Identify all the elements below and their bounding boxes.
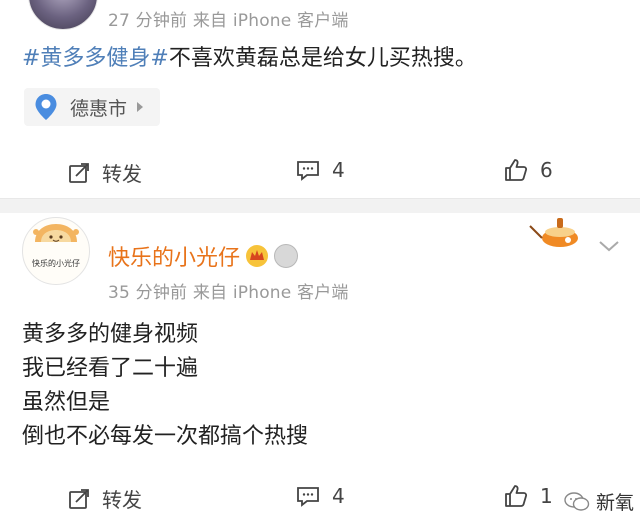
post-line: 虽然但是 — [22, 390, 111, 415]
section-divider — [0, 199, 640, 213]
post-line: 我已经看了二十遍 — [22, 356, 199, 381]
username-row: 快乐的小光仔 — [108, 240, 299, 272]
thumbs-up-icon — [505, 485, 528, 507]
username-link[interactable]: 快乐的小光仔 — [108, 240, 240, 272]
avatar[interactable] — [28, 0, 98, 30]
post-meta: 35 分钟前 来自 iPhone 客户端 — [108, 283, 349, 303]
avatar[interactable]: 快乐的小光仔 — [22, 217, 90, 285]
hotpot-icon — [529, 218, 578, 247]
post-line: 黄多多的健身视频 — [22, 322, 199, 347]
chevron-down-icon — [599, 241, 619, 252]
expand-menu[interactable] — [598, 238, 620, 257]
chevron-right-icon — [137, 102, 144, 112]
hashtag-link[interactable]: #黄多多健身# — [22, 46, 169, 71]
like-count: 1 — [540, 484, 553, 508]
wechat-icon — [564, 491, 590, 511]
location-chip[interactable]: 德惠市 — [24, 88, 160, 126]
comment-button[interactable]: 4 — [296, 484, 345, 508]
repost-label: 转发 — [102, 488, 142, 512]
like-button[interactable]: 1 — [504, 484, 553, 508]
avatar-image — [33, 224, 79, 242]
repost-label: 转发 — [102, 162, 142, 186]
location-pin-icon — [35, 94, 57, 120]
comment-count: 4 — [332, 158, 345, 182]
post-meta: 27 分钟前 来自 iPhone 客户端 — [108, 11, 349, 31]
share-icon — [69, 162, 89, 183]
watermark-label: 新氧 — [595, 492, 634, 514]
comment-icon — [297, 161, 319, 181]
repost-button[interactable]: 转发 — [68, 484, 142, 513]
comment-count: 4 — [332, 484, 345, 508]
thumbs-up-icon — [505, 159, 528, 181]
post-body: 不喜欢黄磊总是给女儿买热搜。 — [168, 46, 477, 71]
avatar-caption: 快乐的小光仔 — [32, 259, 80, 268]
medal-icon — [274, 244, 299, 268]
comment-button[interactable]: 4 — [296, 158, 345, 182]
like-count: 6 — [540, 158, 553, 182]
comment-icon — [297, 487, 319, 507]
share-icon — [69, 488, 89, 509]
repost-button[interactable]: 转发 — [68, 158, 142, 187]
watermark: 新氧 — [564, 488, 634, 515]
post-text: #黄多多健身#不喜欢黄磊总是给女儿买热搜。 — [22, 44, 477, 74]
location-label: 德惠市 — [70, 97, 128, 120]
like-button[interactable]: 6 — [504, 158, 553, 182]
vip-badge-icon — [246, 245, 269, 267]
card-decoration — [528, 216, 582, 250]
post-line: 倒也不必每发一次都搞个热搜 — [22, 424, 309, 449]
